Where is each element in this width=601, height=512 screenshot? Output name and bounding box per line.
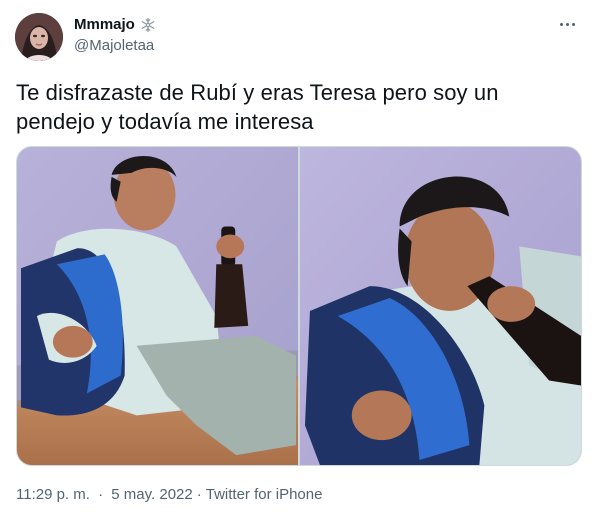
tweet-source-link[interactable]: Twitter for iPhone bbox=[206, 486, 323, 504]
tweet-card: Mmmajo @Majoletaa Te disfrazaste de Rubí… bbox=[0, 0, 601, 512]
media-photo-2[interactable] bbox=[300, 147, 581, 465]
tweet-metadata: 11:29 p. m. · 5 may. 2022 · Twitter for … bbox=[16, 486, 322, 504]
user-handle[interactable]: @Majoletaa bbox=[74, 36, 156, 56]
tweet-time[interactable]: 11:29 p. m. · 5 may. 2022 bbox=[16, 486, 193, 504]
display-name[interactable]: Mmmajo bbox=[74, 15, 135, 35]
separator-dot: · bbox=[98, 486, 104, 503]
tweet-text: Te disfrazaste de Rubí y eras Teresa per… bbox=[16, 78, 586, 136]
more-horizontal-icon-dot bbox=[565, 22, 569, 26]
separator-dot: · bbox=[196, 486, 202, 503]
more-options-button[interactable] bbox=[555, 14, 579, 34]
name-row: Mmmajo bbox=[74, 15, 156, 35]
media-photo-1[interactable] bbox=[17, 147, 298, 465]
tweet-text-line-2: pendejo y todavía me interesa bbox=[16, 109, 314, 134]
more-horizontal-icon bbox=[559, 22, 563, 26]
tweet-time-text[interactable]: 11:29 p. m. bbox=[16, 486, 90, 503]
snowflake-icon bbox=[140, 17, 156, 33]
photo-man-with-speaker-and-bottle-icon bbox=[17, 147, 298, 465]
author-block: Mmmajo @Majoletaa bbox=[74, 15, 156, 56]
tweet-text-line-1: Te disfrazaste de Rubí y eras Teresa per… bbox=[16, 80, 499, 105]
media-grid bbox=[16, 146, 582, 466]
more-horizontal-icon-dot bbox=[571, 22, 575, 26]
photo-man-drinking-from-bottle-icon bbox=[300, 147, 581, 465]
avatar-photo-icon bbox=[15, 13, 63, 61]
tweet-date-text[interactable]: 5 may. 2022 bbox=[111, 486, 192, 503]
user-avatar[interactable] bbox=[15, 13, 63, 61]
